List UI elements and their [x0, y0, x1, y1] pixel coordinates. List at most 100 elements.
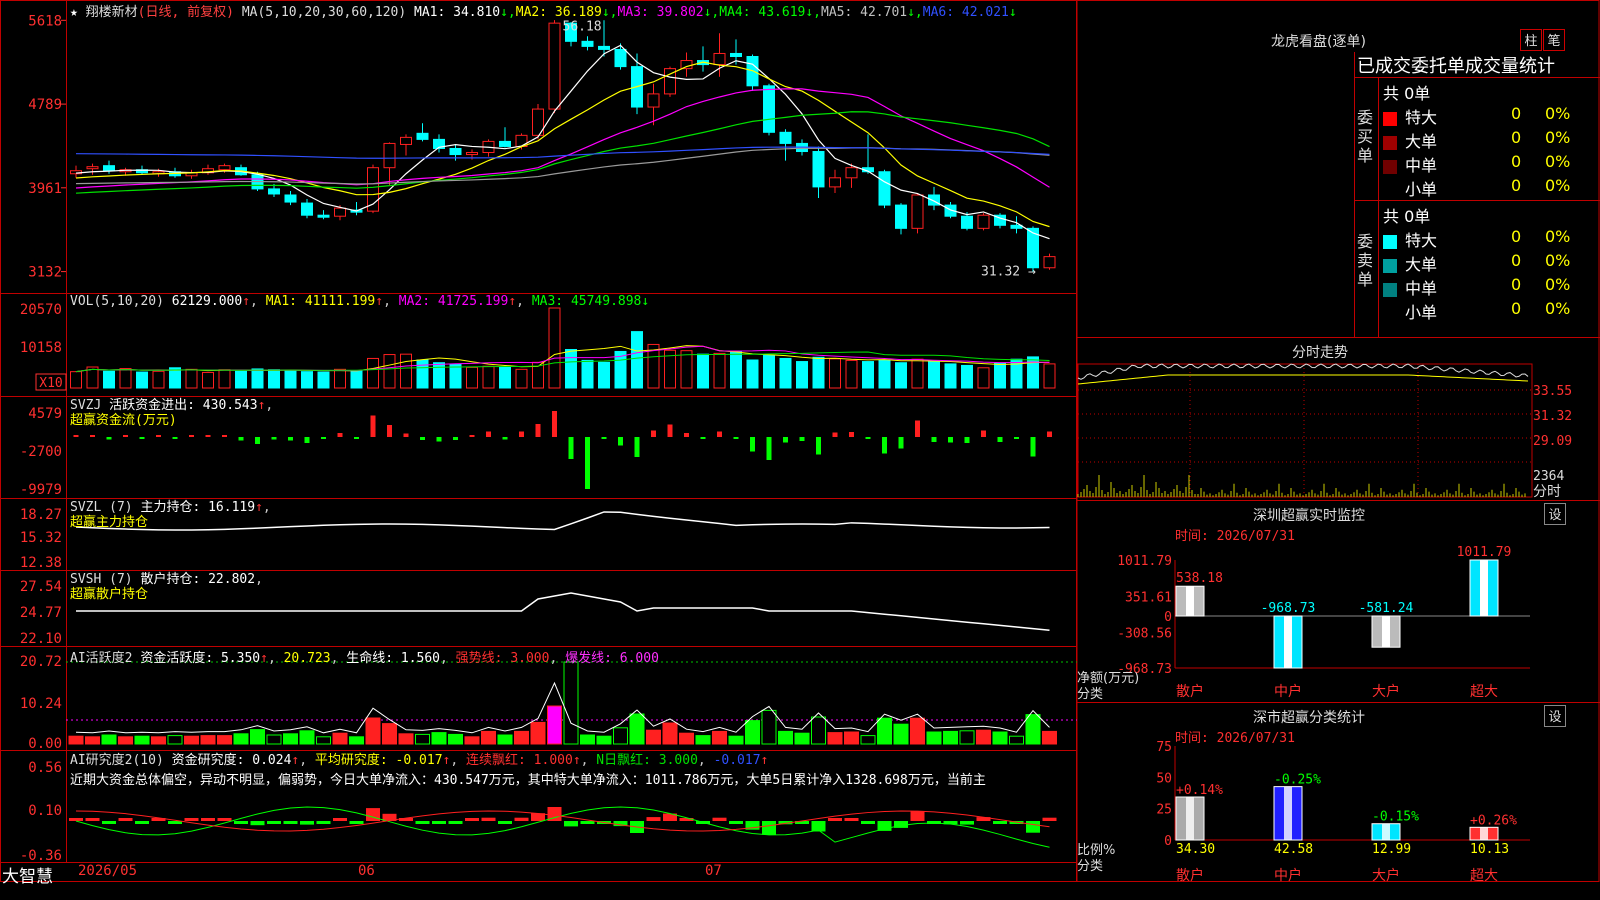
svzj-bar	[667, 424, 673, 437]
svzj-bar	[832, 432, 838, 437]
research-tick-label: 0.10	[28, 803, 62, 819]
svzl-title: SVZL (7)	[70, 500, 133, 515]
volume-bar	[1027, 356, 1039, 389]
svzj-bar	[816, 437, 821, 455]
ai-active-bar	[464, 736, 480, 745]
dragon-tabs[interactable]: 已成交委托单成交量统计	[1357, 52, 1600, 78]
order-color-swatch	[1383, 159, 1397, 174]
ai-active-bar	[233, 733, 249, 745]
volume-bar	[235, 370, 247, 389]
ai-active-bar	[629, 713, 645, 745]
svzj-bar	[898, 437, 904, 449]
ai-active-bar	[217, 735, 232, 745]
volume-bar	[796, 361, 808, 389]
monitor-tick-label: 0	[1164, 610, 1172, 625]
volume-bar	[383, 354, 396, 389]
ai-tick-label: 10.24	[20, 696, 62, 712]
volume-bar	[763, 354, 775, 389]
research-bar	[217, 818, 232, 821]
order-pct: 0%	[1545, 299, 1571, 318]
volume-bar	[251, 368, 264, 389]
volume-bar	[680, 350, 693, 389]
monitor-bar-highlight	[1480, 560, 1488, 616]
svzj-bar	[552, 411, 557, 437]
svzj-bar	[585, 437, 590, 489]
classify-tick-label: 0	[1164, 834, 1172, 849]
order-row-大单: 大单 0 0%	[1383, 251, 1600, 275]
volume-bar	[152, 370, 165, 389]
chart-mode: (日线, 前复权)	[137, 5, 234, 20]
svzj-bar	[387, 425, 392, 437]
monitor-tick-label: 1011.79	[1117, 554, 1172, 569]
svzj-bar	[783, 437, 788, 443]
ai-active-bar	[596, 735, 612, 745]
star-icon[interactable]: ★	[70, 5, 78, 20]
monitor-settings-button[interactable]: 设	[1544, 503, 1566, 525]
candle-body	[911, 194, 924, 229]
price-tick-label: 5618	[28, 13, 62, 29]
research-bar	[366, 808, 380, 821]
ai-active-bar	[662, 722, 678, 745]
candle-body	[598, 45, 610, 50]
ai-active-bar	[85, 736, 100, 745]
intraday-tick-label: 2364	[1533, 469, 1564, 484]
ai-active-bar	[860, 735, 876, 745]
svsh-header: SVSH (7) 散户持仓: 22.802, 超赢散户持仓	[70, 572, 263, 602]
candle-body	[779, 131, 792, 144]
intraday-suffix: 分时	[1533, 484, 1561, 500]
ma-line	[75, 61, 1050, 228]
svzj-bar	[370, 415, 376, 437]
classify-category-label: 中户	[1274, 867, 1302, 884]
ai-active-bar	[134, 735, 150, 745]
svzj-tick-label: -2700	[20, 444, 62, 460]
order-value: 0	[1511, 128, 1522, 147]
research-bar	[481, 817, 496, 821]
tick-mode-button[interactable]: 笔	[1543, 29, 1565, 51]
ai-active-bar	[926, 731, 942, 745]
candle-body	[499, 140, 511, 147]
ai-tick-label: 20.72	[20, 654, 62, 670]
low-annotation: 31.32 →	[981, 265, 1036, 280]
ai-active-bar	[299, 730, 315, 745]
candle-body	[301, 202, 313, 216]
ai-nday: N日飘红: 3.000	[596, 753, 698, 768]
svzl-tick-label: 15.32	[20, 530, 62, 546]
candle-body	[103, 165, 115, 172]
classify-bar-highlight	[1284, 786, 1292, 840]
svzj-bar	[73, 435, 79, 437]
volume-bar	[746, 359, 759, 389]
candlestick-series[interactable]	[70, 20, 1056, 272]
research-bar	[85, 818, 100, 821]
research-bar	[118, 818, 133, 821]
order-value: 0	[1511, 251, 1522, 270]
classify-delta-label: -0.25%	[1274, 773, 1321, 788]
svzj-bar	[90, 435, 95, 437]
svzj-bar	[964, 437, 970, 443]
ai-active-bar	[811, 716, 826, 745]
volume-bar	[598, 361, 610, 389]
volume-bar	[350, 370, 363, 389]
svzj-bar	[502, 437, 508, 440]
ai-active-bar	[712, 730, 727, 745]
research-bar	[448, 821, 463, 824]
order-name: 中单	[1405, 279, 1438, 298]
ai-active-bar	[118, 736, 133, 745]
ai-active-bar	[250, 729, 265, 745]
price-tick-label: 3132	[28, 265, 62, 281]
ai-research-title: AI研究度2(10)	[70, 753, 164, 768]
volume-bar	[136, 371, 148, 389]
svzj-bar	[651, 430, 656, 437]
ai-active-bar	[415, 733, 430, 745]
classify-settings-button[interactable]: 设	[1544, 705, 1566, 727]
svzj-bar	[403, 433, 409, 437]
svzj-tick-label: 4579	[28, 406, 62, 422]
ai-active-title: AI活跃度2	[70, 651, 133, 666]
svzj-bar	[700, 437, 706, 439]
candle-body	[977, 214, 990, 229]
volume-series[interactable]	[70, 307, 1056, 389]
research-bar	[201, 818, 215, 821]
svzj-bar	[1047, 431, 1052, 437]
bar-mode-button[interactable]: 柱	[1520, 29, 1542, 51]
ma-value-3: MA3: 39.802	[617, 5, 704, 20]
ai-active-bar	[992, 731, 1008, 745]
